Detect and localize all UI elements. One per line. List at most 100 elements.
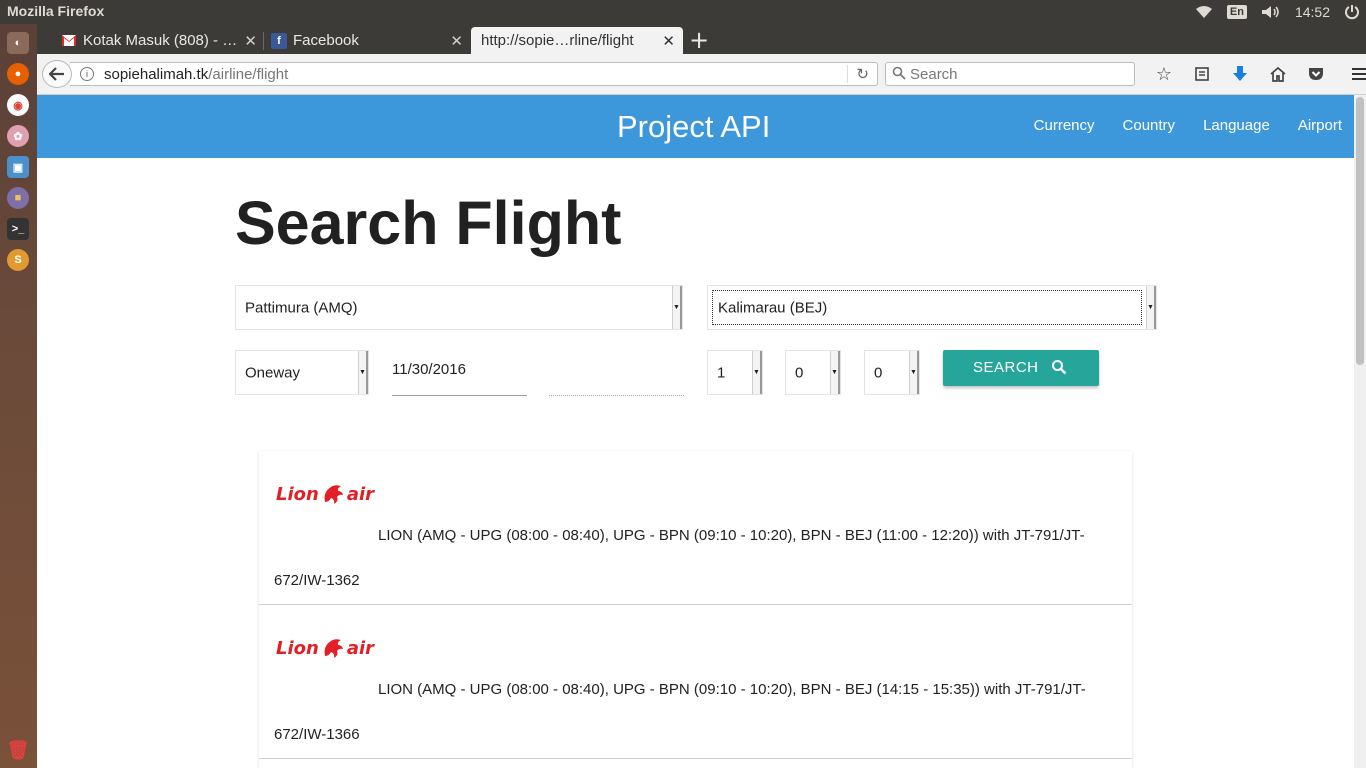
tab-gmail[interactable]: Kotak Masuk (808) - … ✕ — [61, 27, 265, 54]
url-host: sopiehalimah.tk — [104, 66, 209, 83]
bookmark-star-icon[interactable]: ☆ — [1145, 64, 1183, 85]
sublime-text-icon[interactable]: S — [7, 249, 29, 271]
page-scrollbar[interactable] — [1354, 95, 1366, 768]
url-text: sopiehalimah.tk/airline/flight — [104, 66, 288, 83]
depart-date-input[interactable]: 11/30/2016 — [392, 350, 527, 396]
search-icon — [892, 66, 906, 84]
web-page: Project API Currency Country Language Ai… — [37, 95, 1354, 768]
nav-link-currency[interactable]: Currency — [1034, 117, 1095, 134]
virtualbox-icon[interactable]: ▣ — [7, 156, 29, 178]
origin-value: Pattimura (AMQ) — [245, 299, 358, 316]
home-icon[interactable] — [1259, 66, 1297, 82]
power-icon[interactable] — [1344, 4, 1360, 20]
gmail-icon — [61, 33, 77, 49]
lion-head-icon — [324, 485, 343, 504]
site-info-icon[interactable]: i — [80, 67, 94, 81]
page-title: Search Flight — [235, 189, 622, 257]
terminal-icon[interactable]: >_ — [7, 218, 29, 240]
browser-nav-bar: i sopiehalimah.tk/airline/flight ↻ Searc… — [37, 54, 1366, 95]
clock[interactable]: 14:52 — [1295, 4, 1330, 20]
tab-label: http://sopie…rline/flight — [481, 32, 634, 49]
flight-number-line: 672/IW-1366 — [274, 726, 360, 743]
close-tab-icon[interactable]: ✕ — [662, 32, 675, 50]
adults-value: 1 — [717, 364, 726, 381]
site-nav: Currency Country Language Airport — [1006, 117, 1342, 134]
depart-date-value: 11/30/2016 — [392, 361, 466, 378]
reload-icon[interactable]: ↻ — [847, 65, 869, 83]
tab-label: Facebook — [293, 32, 359, 49]
nav-link-country[interactable]: Country — [1123, 117, 1176, 134]
active-app-title: Mozilla Firefox — [7, 3, 105, 19]
system-top-panel: Mozilla Firefox En 14:52 — [0, 0, 1366, 24]
volume-icon[interactable] — [1261, 5, 1281, 19]
close-tab-icon[interactable]: ✕ — [244, 32, 257, 50]
search-placeholder: Search — [910, 66, 958, 83]
chrome-icon[interactable]: ◉ — [7, 94, 29, 116]
back-button[interactable] — [42, 60, 72, 88]
tab-flight-active[interactable]: http://sopie…rline/flight ✕ — [471, 27, 683, 54]
flight-route-line: LION (AMQ - UPG (08:00 - 08:40), UPG - B… — [378, 681, 1086, 698]
search-icon — [1051, 359, 1067, 379]
flight-result-card-partial[interactable] — [259, 759, 1132, 768]
pocket-icon[interactable] — [1297, 67, 1335, 81]
return-date-input[interactable] — [549, 350, 684, 396]
trip-type-select[interactable]: Oneway ▼ — [235, 350, 369, 395]
children-select[interactable]: 0 ▼ — [785, 350, 841, 395]
flight-route-line: LION (AMQ - UPG (08:00 - 08:40), UPG - B… — [378, 527, 1085, 544]
lion-air-logo: Lion air — [276, 482, 374, 506]
logo-text-lion: Lion — [276, 483, 319, 505]
close-tab-icon[interactable]: ✕ — [450, 32, 463, 50]
dropdown-arrow-icon: ▼ — [909, 351, 919, 394]
logo-text-air: air — [346, 483, 375, 505]
dropdown-arrow-icon: ▼ — [1146, 286, 1156, 329]
system-tray: En 14:52 — [1195, 0, 1366, 24]
lion-air-logo: Lion air — [276, 636, 374, 660]
tab-facebook[interactable]: f Facebook ✕ — [271, 27, 471, 54]
firefox-icon[interactable]: ● — [7, 63, 29, 85]
new-tab-button[interactable]: + — [689, 26, 709, 54]
files-icon[interactable]: ■ — [7, 187, 29, 209]
flight-result-card[interactable]: Lion air LION (AMQ - UPG (08:00 - 08:40)… — [259, 605, 1132, 759]
search-bar[interactable]: Search — [885, 62, 1135, 86]
tab-separator — [263, 32, 264, 50]
tab-label: Kotak Masuk (808) - … — [83, 32, 238, 49]
scrollbar-thumb[interactable] — [1356, 97, 1364, 365]
search-button-label: SEARCH — [973, 359, 1039, 376]
flight-result-card[interactable]: Lion air LION (AMQ - UPG (08:00 - 08:40)… — [259, 451, 1132, 605]
flight-results: Lion air LION (AMQ - UPG (08:00 - 08:40)… — [259, 451, 1132, 768]
dropdown-arrow-icon: ▼ — [672, 286, 682, 329]
wifi-icon[interactable] — [1195, 5, 1213, 19]
settings-app-icon[interactable]: ✿ — [7, 125, 29, 147]
logo-text-air: air — [346, 637, 375, 659]
search-button[interactable]: SEARCH — [943, 350, 1099, 386]
url-bar[interactable]: i sopiehalimah.tk/airline/flight ↻ — [70, 62, 878, 86]
infants-value: 0 — [874, 364, 883, 381]
bookmarks-library-icon[interactable] — [1183, 66, 1221, 82]
dropdown-arrow-icon: ▼ — [358, 351, 368, 394]
url-path: /airline/flight — [208, 66, 289, 83]
site-header: Project API Currency Country Language Ai… — [37, 95, 1354, 158]
toolbar-icons: ☆ — [1145, 62, 1366, 86]
browser-tab-bar: Kotak Masuk (808) - … ✕ f Facebook ✕ htt… — [37, 24, 1366, 54]
dropdown-arrow-icon: ▼ — [752, 351, 762, 394]
dropdown-arrow-icon: ▼ — [830, 351, 840, 394]
adults-select[interactable]: 1 ▼ — [707, 350, 763, 395]
children-value: 0 — [795, 364, 804, 381]
back-arrow-icon — [49, 67, 64, 81]
nav-link-language[interactable]: Language — [1203, 117, 1270, 134]
flight-number-line: 672/IW-1362 — [274, 572, 360, 589]
menu-hamburger-icon[interactable] — [1341, 67, 1366, 81]
unity-launcher: ◐ ● ◉ ✿ ▣ ■ >_ S 🗑 — [0, 24, 37, 768]
trip-type-value: Oneway — [245, 364, 301, 381]
destination-select[interactable]: Kalimarau (BEJ) ▼ — [707, 285, 1157, 330]
destination-value: Kalimarau (BEJ) — [718, 299, 828, 316]
downloads-icon[interactable] — [1221, 65, 1259, 83]
ubuntu-dash-icon[interactable]: ◐ — [7, 32, 29, 54]
infants-select[interactable]: 0 ▼ — [864, 350, 920, 395]
nav-link-airport[interactable]: Airport — [1298, 117, 1342, 134]
site-brand[interactable]: Project API — [617, 109, 770, 145]
origin-select[interactable]: Pattimura (AMQ) ▼ — [235, 285, 683, 330]
lion-head-icon — [324, 639, 343, 658]
keyboard-layout-indicator[interactable]: En — [1226, 5, 1247, 19]
trash-icon[interactable]: 🗑 — [7, 739, 30, 761]
